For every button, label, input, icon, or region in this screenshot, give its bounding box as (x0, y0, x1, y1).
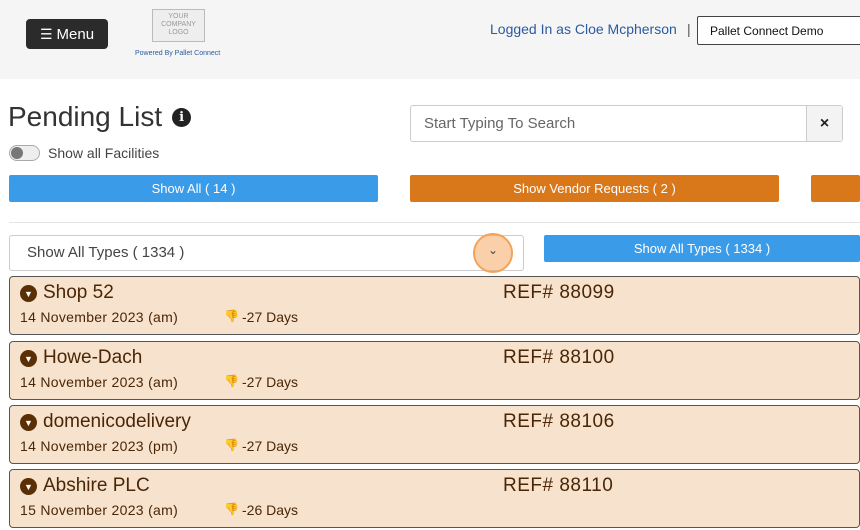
header-separator: | (687, 21, 691, 37)
page-title-text: Pending List (8, 101, 163, 132)
search-input[interactable] (411, 106, 806, 141)
thumbs-down-icon: 👎 (224, 309, 239, 323)
expand-caret-icon[interactable]: ▼ (20, 285, 37, 302)
show-all-button[interactable]: Show All ( 14 ) (9, 175, 378, 202)
pending-card[interactable]: ▼ Abshire PLC 15 November 2023 (am) 👎 -2… (9, 469, 860, 528)
card-days: -27 Days (242, 374, 299, 390)
chevron-down-icon: ⌄ (487, 243, 499, 257)
card-days: -27 Days (242, 438, 299, 454)
card-name: domenicodelivery (43, 411, 191, 432)
site-select[interactable]: Pallet Connect Demo (697, 16, 860, 45)
card-name: Howe-Dach (43, 347, 143, 368)
card-date: 14 November 2023 (pm) (20, 438, 179, 454)
card-ref: REF# 88106 (503, 411, 615, 432)
pending-card[interactable]: ▼ domenicodelivery 14 November 2023 (pm)… (9, 405, 860, 464)
facilities-toggle[interactable] (9, 145, 40, 161)
search-box: × (410, 105, 843, 142)
expand-caret-icon[interactable]: ▼ (20, 478, 37, 495)
expand-caret-icon[interactable]: ▼ (20, 414, 37, 431)
pending-card[interactable]: ▼ Howe-Dach 14 November 2023 (am) 👎 -27 … (9, 341, 860, 400)
logo-line-1: YOUR (168, 13, 189, 20)
info-icon[interactable]: i (172, 107, 192, 127)
card-name: Shop 52 (43, 282, 114, 303)
card-name: Abshire PLC (43, 475, 150, 496)
toggle-knob (11, 147, 23, 159)
card-ref: REF# 88110 (503, 475, 614, 496)
menu-button[interactable]: ☰ Menu (26, 19, 108, 49)
clear-search-button[interactable]: × (806, 106, 842, 141)
facilities-toggle-label: Show all Facilities (48, 145, 160, 161)
show-all-types-button[interactable]: Show All Types ( 1334 ) (544, 235, 860, 262)
powered-by-text: Powered By Pallet Connect (135, 50, 221, 57)
card-days: -27 Days (242, 309, 299, 325)
thumbs-down-icon: 👎 (224, 438, 239, 452)
card-date: 15 November 2023 (am) (20, 502, 179, 518)
company-logo: YOUR COMPANY LOGO (152, 9, 205, 42)
logo-line-2: COMPANY (161, 21, 196, 28)
page-title: Pending List i (8, 101, 192, 133)
thumbs-down-icon: 👎 (224, 502, 239, 516)
card-ref: REF# 88100 (503, 347, 615, 368)
expand-caret-icon[interactable]: ▼ (20, 350, 37, 367)
top-header: ☰ Menu YOUR COMPANY LOGO Powered By Pall… (0, 0, 860, 79)
hamburger-icon: ☰ (39, 25, 53, 42)
card-date: 14 November 2023 (am) (20, 374, 179, 390)
logo-line-3: LOGO (168, 29, 189, 36)
logged-in-link[interactable]: Logged In as Cloe Mcpherson (490, 21, 677, 37)
card-date: 14 November 2023 (am) (20, 309, 179, 325)
divider (9, 222, 860, 223)
facilities-toggle-row: Show all Facilities (9, 145, 159, 161)
type-select[interactable]: Show All Types ( 1334 ) (9, 235, 524, 271)
menu-label: Menu (56, 25, 95, 43)
card-days: -26 Days (242, 502, 299, 518)
card-ref: REF# 88099 (503, 282, 615, 303)
pending-card[interactable]: ▼ Shop 52 14 November 2023 (am) 👎 -27 Da… (9, 276, 860, 335)
show-vendor-requests-button[interactable]: Show Vendor Requests ( 2 ) (410, 175, 779, 202)
more-filter-button[interactable] (811, 175, 860, 202)
thumbs-down-icon: 👎 (224, 374, 239, 388)
